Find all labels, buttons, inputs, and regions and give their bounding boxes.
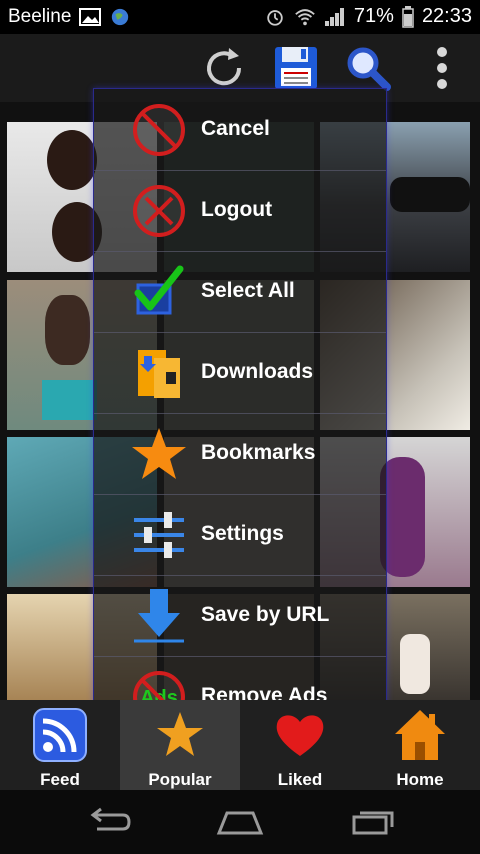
sliders-icon: [134, 512, 184, 558]
status-bar: Beeline 71% 22:33: [0, 0, 480, 34]
menu-item-label: Downloads: [201, 360, 314, 383]
menu-item-select-all[interactable]: Select All: [94, 251, 386, 333]
gallery-notification-icon: [79, 8, 102, 26]
menu-item-label: Select All: [201, 279, 295, 302]
status-bar-left: Beeline: [8, 6, 131, 28]
tab-liked[interactable]: Liked: [240, 700, 360, 790]
logout-icon: [133, 185, 185, 237]
refresh-icon: [207, 48, 242, 86]
battery-icon: [402, 5, 414, 28]
star-icon: [132, 428, 186, 479]
rss-icon: [33, 708, 87, 762]
signal-icon: [324, 7, 344, 26]
tab-popular[interactable]: Popular: [120, 700, 240, 790]
menu-item-cancel[interactable]: Cancel: [94, 89, 386, 171]
tab-label: Home: [396, 770, 444, 789]
menu-item-logout[interactable]: Logout: [94, 170, 386, 252]
tab-home[interactable]: Home: [360, 700, 480, 790]
popular-icon: [157, 712, 203, 756]
overflow-menu-button[interactable]: [414, 40, 470, 96]
globe-notification-icon: [112, 8, 129, 26]
menu-item-label: Save by URL: [201, 603, 330, 626]
search-icon: [347, 47, 391, 91]
menu-item-label: Cancel: [201, 117, 270, 140]
home-icon: [395, 710, 445, 760]
tab-label: Popular: [148, 770, 212, 789]
download-arrow-icon: [134, 589, 184, 643]
checkbox-icon: [134, 265, 184, 315]
menu-item-downloads[interactable]: Downloads: [94, 332, 386, 414]
save-icon: [275, 47, 317, 89]
battery-percent: 71%: [353, 5, 394, 27]
system-navigation-bar: [0, 790, 480, 854]
home-nav-button[interactable]: [205, 800, 275, 844]
menu-item-save-by-url[interactable]: Save by URL: [94, 575, 386, 657]
carrier-name: Beeline: [8, 6, 72, 27]
menu-item-settings[interactable]: Settings: [94, 494, 386, 576]
menu-item-label: Bookmarks: [201, 441, 316, 464]
tab-label: Feed: [40, 770, 80, 789]
status-bar-right: 71% 22:33: [264, 5, 472, 28]
bottom-tab-bar: Feed Popular Liked Home: [0, 700, 480, 790]
menu-item-bookmarks[interactable]: Bookmarks: [94, 413, 386, 495]
overflow-icon: [437, 47, 447, 89]
recents-icon: [352, 811, 394, 835]
downloads-icon: [138, 350, 180, 398]
home-outline-icon: [216, 811, 264, 835]
back-button[interactable]: [72, 800, 142, 844]
wifi-icon: [295, 8, 315, 25]
menu-item-label: Logout: [201, 198, 273, 221]
menu-item-label: Settings: [201, 522, 284, 545]
back-icon: [90, 807, 131, 831]
recents-button[interactable]: [338, 800, 408, 844]
tab-label: Liked: [277, 770, 323, 789]
tab-feed[interactable]: Feed: [0, 700, 120, 790]
heart-icon: [276, 715, 324, 756]
cancel-icon: [133, 104, 185, 156]
overflow-popup-menu: Cancel Logout Select All Downloads Bookm…: [93, 88, 387, 736]
clock: 22:33: [421, 5, 472, 27]
alarm-icon: [267, 9, 283, 26]
